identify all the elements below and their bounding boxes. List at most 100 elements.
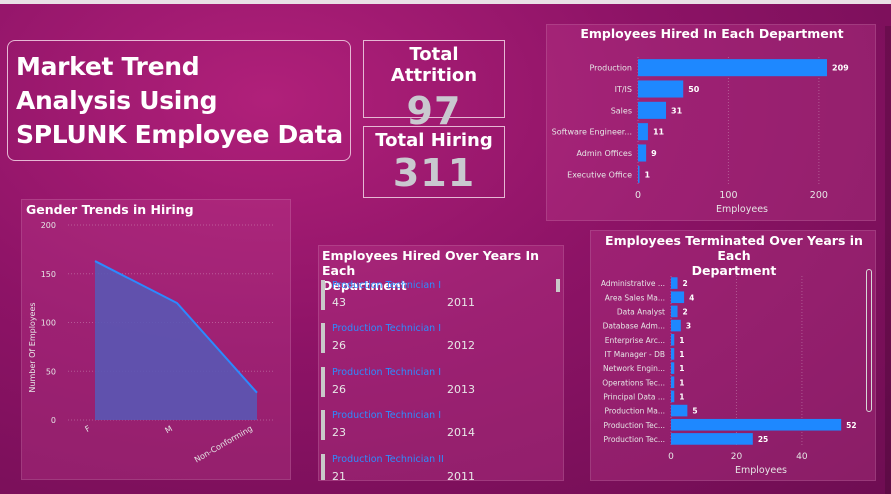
bar: [638, 101, 667, 119]
y-tick-label: 200: [41, 221, 56, 230]
category-label: Area Sales Ma...: [605, 293, 665, 302]
category-label: Admin Offices: [576, 149, 632, 158]
row-year: 2014: [447, 426, 475, 439]
category-label: Production Tec...: [604, 435, 665, 444]
bar: [638, 165, 640, 183]
category-label: IT Manager - DB: [605, 350, 665, 359]
x-tick-label: 20: [731, 452, 743, 462]
hired-over-years-panel[interactable]: Employees Hired Over Years In Each Depar…: [318, 245, 564, 481]
table-row[interactable]: Production Technician I 23 2014: [319, 410, 559, 454]
x-axis-title: Employees: [716, 204, 768, 215]
row-count: 23: [332, 426, 346, 439]
row-year: 2013: [447, 383, 475, 396]
y-tick-label: 100: [41, 319, 56, 328]
row-count: 43: [332, 296, 346, 309]
bar: [671, 390, 675, 403]
bar-data-label: 52: [846, 421, 856, 430]
bar-data-label: 25: [758, 435, 768, 444]
table-row[interactable]: Production Technician II 21 2011: [319, 454, 559, 481]
bar: [671, 348, 675, 360]
category-label: IT/IS: [615, 85, 632, 94]
area-fill: [95, 261, 257, 420]
x-tick-label: Non-Conforming: [193, 424, 254, 465]
bar: [671, 433, 753, 445]
table-row[interactable]: Production Technician I 26 2012: [319, 323, 559, 367]
category-label: Production: [589, 64, 632, 73]
y-tick-label: 150: [41, 270, 56, 279]
row-year: 2012: [447, 339, 475, 352]
x-tick-label: M: [164, 424, 175, 435]
bar-data-label: 4: [689, 293, 694, 302]
total-attrition-label: Total Attrition: [390, 44, 478, 86]
bar-data-label: 1: [679, 350, 684, 359]
category-label: Executive Office: [567, 170, 632, 179]
dashboard-title-line-3: SPLUNK Employee Data: [16, 120, 343, 149]
bar-data-label: 1: [679, 378, 684, 387]
bar: [671, 404, 688, 417]
bar: [671, 277, 678, 289]
x-tick-label: 200: [810, 190, 828, 201]
row-marker: [321, 323, 325, 353]
bar: [671, 376, 675, 389]
x-tick-label: 40: [796, 452, 808, 462]
total-hiring-card[interactable]: Total Hiring 311: [363, 126, 505, 198]
bar: [671, 418, 842, 431]
bar-data-label: 1: [645, 170, 651, 179]
bar: [638, 80, 684, 98]
category-label: Production Ma...: [604, 407, 665, 416]
y-tick-label: 0: [51, 416, 56, 425]
y-tick-label: 50: [46, 367, 56, 376]
terminated-over-years-panel[interactable]: Employees Terminated Over Years in Each …: [590, 230, 876, 481]
row-department[interactable]: Production Technician II: [332, 454, 444, 465]
total-attrition-card[interactable]: Total Attrition 97: [363, 40, 505, 133]
dashboard-title-card: Market Trend Analysis Using SPLUNK Emplo…: [7, 40, 351, 161]
row-marker: [321, 367, 325, 397]
bar-data-label: 31: [671, 106, 683, 115]
row-department[interactable]: Production Technician I: [332, 280, 441, 291]
bar-data-label: 9: [651, 149, 657, 158]
page-scroll-track: [885, 26, 891, 494]
bar: [671, 305, 678, 318]
hired-by-dept-chart: 0 100 200 Employees Production 209 IT/IS 50 Sale…: [552, 57, 849, 215]
bar-data-label: 11: [653, 128, 665, 137]
row-department[interactable]: Production Technician I: [332, 367, 441, 378]
x-tick-label: 0: [668, 452, 674, 462]
gender-trends-panel[interactable]: Gender Trends in Hiring 0 50 100 150 200 Numb…: [21, 199, 291, 480]
y-axis-title: Number Of Employees: [28, 302, 37, 392]
total-hiring-value: 311: [392, 151, 476, 195]
bar: [671, 291, 685, 304]
bar-data-label: 209: [832, 64, 849, 73]
category-label: Administrative ...: [601, 279, 665, 288]
bar: [638, 144, 647, 162]
x-tick-label: 0: [635, 190, 641, 201]
bar: [638, 59, 828, 77]
bar-data-label: 1: [679, 392, 684, 401]
category-label: Enterprise Arc...: [605, 336, 665, 345]
bar-data-label: 2: [683, 307, 688, 316]
hired-by-dept-panel[interactable]: Employees Hired In Each Department 0 100 2…: [546, 24, 876, 221]
bar: [671, 362, 675, 374]
category-label: Data Analyst: [617, 307, 665, 316]
row-marker: [321, 280, 325, 310]
dashboard-title-line-2: Analysis Using: [16, 86, 218, 115]
bar-data-label: 1: [679, 364, 684, 373]
x-tick-label: F: [84, 424, 93, 434]
row-year: 2011: [447, 470, 475, 481]
row-department[interactable]: Production Technician I: [332, 323, 441, 334]
category-label: Network Engin...: [603, 364, 665, 373]
row-marker: [321, 410, 325, 440]
bar-data-label: 1: [679, 336, 684, 345]
row-year: 2011: [447, 296, 475, 309]
table-row[interactable]: Production Technician I 26 2013: [319, 367, 559, 411]
row-department[interactable]: Production Technician I: [332, 410, 441, 421]
category-label: Principal Data ...: [603, 392, 665, 401]
x-axis-title: Employees: [735, 465, 787, 476]
category-label: Operations Tec...: [602, 378, 665, 387]
bar: [671, 319, 681, 332]
row-count: 26: [332, 339, 346, 352]
bar-data-label: 2: [683, 279, 688, 288]
category-label: Production Tec...: [604, 421, 665, 430]
hired-over-years-title-line-1: Employees Hired Over Years In Each: [322, 248, 540, 278]
bar: [671, 333, 675, 346]
table-row[interactable]: Production Technician I 43 2011: [319, 280, 559, 324]
